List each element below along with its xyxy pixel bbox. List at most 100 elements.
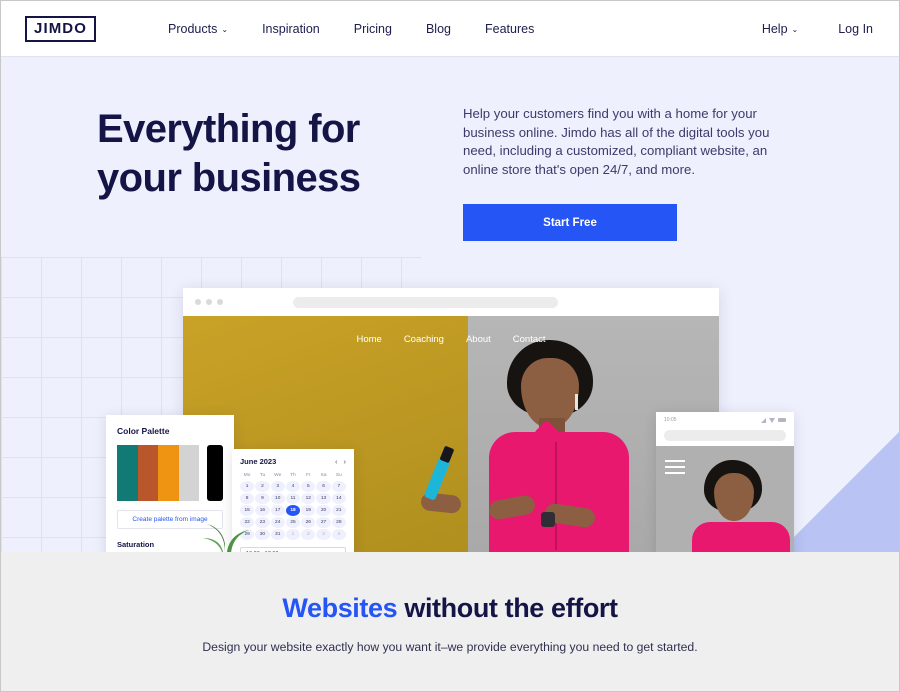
swatch-rust[interactable]	[137, 445, 159, 501]
mockup-nav-about[interactable]: About	[466, 334, 491, 345]
nav-item-inspiration[interactable]: Inspiration	[262, 22, 320, 36]
mobile-status-bar: 10:05	[656, 412, 794, 428]
calendar-day[interactable]: 1	[285, 529, 301, 540]
calendar-prev-icon[interactable]: ‹	[335, 457, 338, 466]
calendar-day[interactable]: 18	[285, 505, 301, 516]
calendar-day[interactable]: 31	[270, 529, 285, 540]
calendar-day[interactable]: 13	[316, 493, 331, 504]
mockup-nav-home[interactable]: Home	[356, 334, 381, 345]
calendar-day[interactable]: 3	[270, 481, 285, 492]
calendar-day[interactable]: 6	[316, 481, 331, 492]
hero-paragraph: Help your customers find you with a home…	[463, 106, 770, 177]
calendar-day[interactable]: 4	[285, 481, 301, 492]
calendar-day[interactable]: 12	[301, 493, 316, 504]
swatch-teal[interactable]	[117, 445, 138, 501]
nav-item-products[interactable]: Products ⌄	[168, 22, 228, 36]
photo-woman-primary	[483, 338, 673, 552]
window-controls	[195, 299, 223, 305]
photo-woman-mobile-shirt	[692, 522, 790, 552]
calendar-day[interactable]: 21	[331, 505, 346, 516]
calendar-weekday-we: We	[274, 473, 282, 478]
calendar-weekday-tu: Tu	[259, 473, 266, 478]
plant-illustration	[203, 524, 249, 552]
chevron-down-icon: ⌄	[791, 24, 799, 34]
calendar-nav-arrows: ‹ ›	[335, 457, 346, 466]
start-free-button[interactable]: Start Free	[463, 204, 677, 242]
hero-text-block: Everything for your business	[97, 105, 437, 203]
mobile-mockup: 10:05	[656, 412, 794, 552]
section-title-accent: Websites	[282, 593, 398, 623]
maximize-dot-icon	[217, 299, 223, 305]
mockup-nav-contact[interactable]: Contact	[513, 334, 546, 345]
nav-item-features[interactable]: Features	[485, 22, 534, 36]
photo-woman-placket	[555, 442, 557, 550]
nav-item-pricing[interactable]: Pricing	[354, 22, 392, 36]
palette-main-swatches	[117, 445, 200, 501]
battery-icon	[778, 418, 786, 422]
mobile-viewport	[656, 446, 794, 552]
photo-woman-earring	[575, 394, 578, 410]
section-title: Websites without the effort	[1, 593, 899, 624]
swatch-black[interactable]	[207, 445, 223, 501]
decorative-triangle	[779, 432, 899, 552]
calendar-day[interactable]: 5	[301, 481, 316, 492]
mockup-site-navigation: Home Coaching About Contact	[183, 334, 719, 345]
main-navigation: Products ⌄ Inspiration Pricing Blog Feat…	[168, 22, 534, 36]
mobile-status-icons	[761, 417, 786, 423]
calendar-day[interactable]: 17	[270, 505, 285, 516]
swatch-light-gray[interactable]	[178, 445, 200, 501]
calendar-day[interactable]: 2	[301, 529, 316, 540]
calendar-day[interactable]: 25	[285, 517, 301, 528]
header-right-navigation: Help ⌄ Log In	[762, 22, 873, 36]
calendar-day[interactable]: 10	[270, 493, 285, 504]
color-palette-title: Color Palette	[117, 426, 170, 436]
calendar-day[interactable]: 28	[331, 517, 346, 528]
calendar-day[interactable]: 7	[331, 481, 346, 492]
nav-label-help: Help	[761, 21, 788, 36]
photo-woman-mobile-face	[714, 473, 754, 521]
signal-icon	[761, 417, 766, 423]
calendar-day[interactable]: 23	[255, 517, 270, 528]
mockup-nav-coaching[interactable]: Coaching	[404, 334, 444, 345]
wifi-icon	[769, 417, 775, 423]
calendar-weekday-sa: Sa	[320, 473, 327, 478]
calendar-day[interactable]: 24	[270, 517, 285, 528]
calendar-day[interactable]: 27	[316, 517, 331, 528]
calendar-weekday-th: Th	[290, 473, 296, 478]
calendar-day[interactable]: 14	[331, 493, 346, 504]
calendar-weekday-fr: Fr	[306, 473, 311, 478]
calendar-day[interactable]: 3	[316, 529, 331, 540]
mobile-url-bar[interactable]	[664, 430, 786, 441]
login-link[interactable]: Log In	[838, 22, 873, 36]
calendar-day[interactable]: 26	[301, 517, 316, 528]
jimdo-logo[interactable]: JIMDO	[25, 15, 97, 42]
nav-item-blog[interactable]: Blog	[426, 22, 451, 36]
calendar-header: June 2023 ‹ ›	[240, 457, 346, 466]
section-subtitle: Design your website exactly how you want…	[202, 640, 698, 654]
swatch-orange[interactable]	[158, 445, 179, 501]
calendar-day[interactable]: 16	[255, 505, 270, 516]
hero-title-line-2: your business	[97, 156, 361, 200]
calendar-day[interactable]: 30	[255, 529, 270, 540]
value-prop-section: Websites without the effort Design your …	[1, 552, 899, 691]
calendar-day[interactable]: 19	[301, 505, 316, 516]
minimize-dot-icon	[206, 299, 212, 305]
calendar-day[interactable]: 8	[240, 493, 255, 504]
calendar-grid: Mo Tu We Th Fr Sa Su 1 2 3 4 5 6 7 8 9 10 11 12 13 14 15 16 17 1…	[240, 473, 346, 540]
calendar-day[interactable]: 11	[285, 493, 301, 504]
browser-url-bar[interactable]	[293, 296, 558, 308]
calendar-day[interactable]: 4	[331, 529, 346, 540]
calendar-day[interactable]: 1	[240, 481, 255, 492]
calendar-day[interactable]: 9	[255, 493, 270, 504]
calendar-day[interactable]: 20	[316, 505, 331, 516]
nav-label-products: Products	[168, 21, 218, 36]
chevron-down-icon: ⌄	[221, 24, 229, 34]
calendar-day[interactable]: 2	[255, 481, 270, 492]
close-dot-icon	[195, 299, 201, 305]
calendar-month-label: June 2023	[240, 457, 277, 466]
photo-woman-mobile	[692, 460, 794, 552]
nav-item-help[interactable]: Help ⌄	[762, 22, 798, 36]
calendar-next-icon[interactable]: ›	[344, 457, 347, 466]
photo-woman-watch	[541, 512, 555, 527]
calendar-weekday-mo: Mo	[243, 473, 251, 478]
